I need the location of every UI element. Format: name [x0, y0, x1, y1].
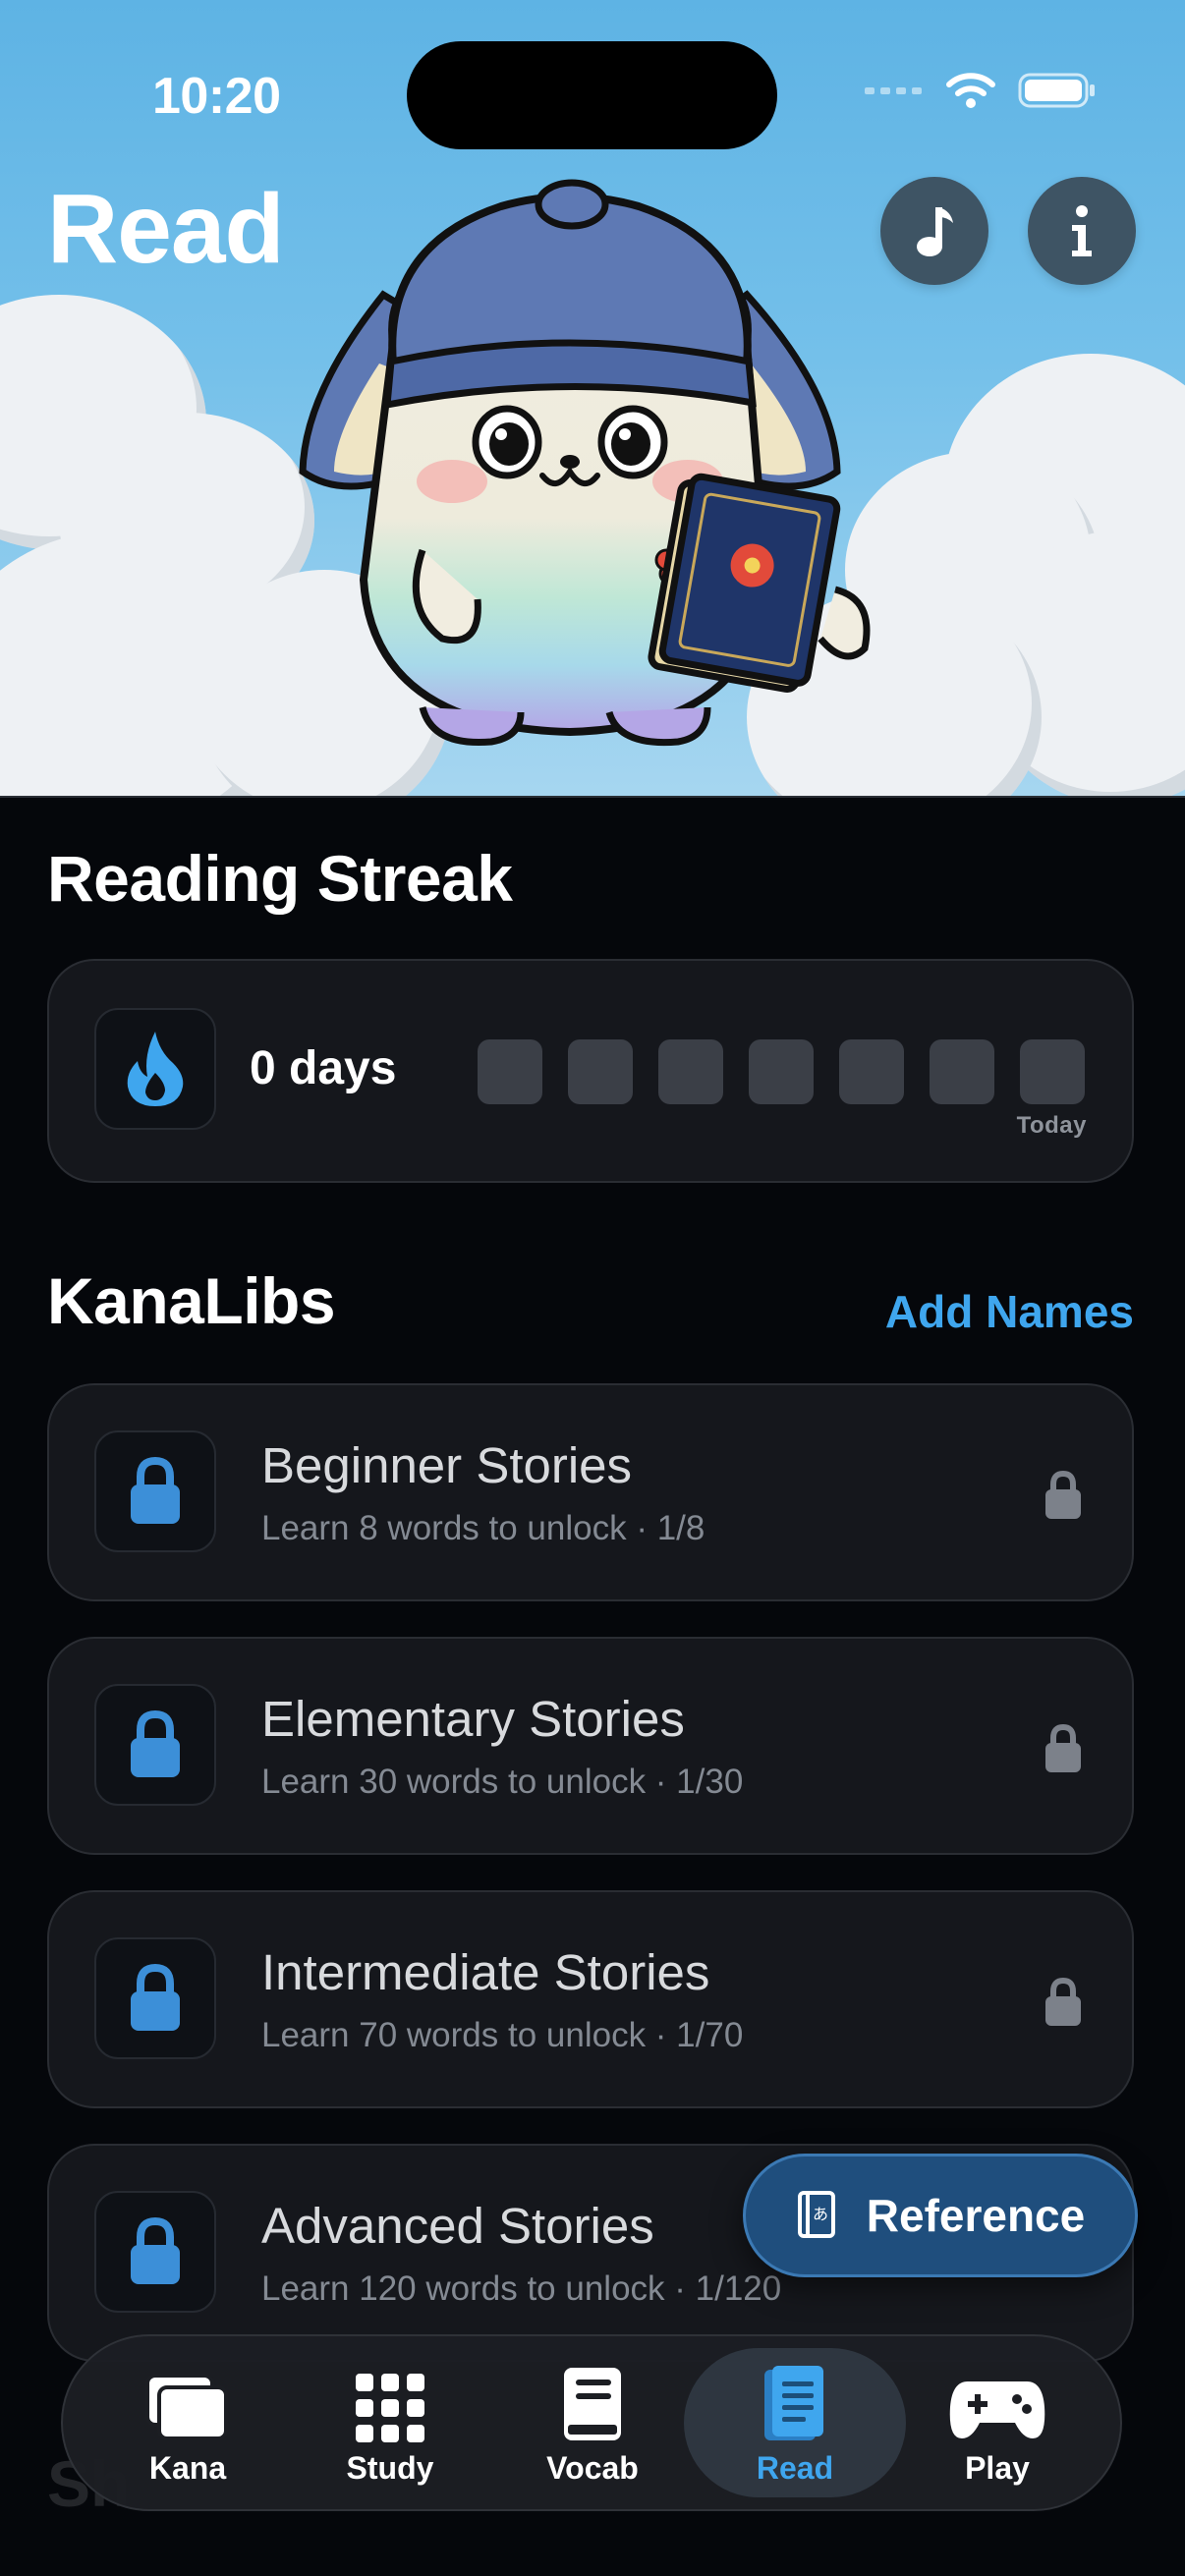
streak-days-label: 0 days	[250, 1042, 397, 1094]
story-lock-tile	[94, 2191, 216, 2313]
streak-section-title: Reading Streak	[47, 842, 513, 915]
streak-icon-tile	[94, 1008, 216, 1130]
tab-kana[interactable]: Kana	[77, 2348, 299, 2497]
reference-label: Reference	[866, 2190, 1086, 2241]
reference-button[interactable]: あ Reference	[743, 2154, 1138, 2277]
tab-label: Kana	[148, 2450, 227, 2486]
streak-day-box-today	[1020, 1039, 1085, 1104]
story-title: Beginner Stories	[261, 1437, 633, 1493]
streak-day-box	[478, 1039, 542, 1104]
story-lock-tile	[94, 1684, 216, 1806]
page-title: Read	[47, 174, 285, 284]
svg-text:あ: あ	[813, 2205, 828, 2223]
streak-day-box	[839, 1039, 904, 1104]
today-label: Today	[1016, 1112, 1087, 1139]
lock-status-icon	[1045, 1470, 1081, 1519]
lock-icon	[131, 1457, 180, 1524]
hero-banner: 10:20 Read	[0, 0, 1185, 798]
cards-icon	[145, 2374, 228, 2440]
kanalibs-section-title: KanaLibs	[47, 1264, 336, 1337]
tab-label: Study	[346, 2450, 434, 2486]
kana-book-icon: あ	[797, 2191, 835, 2238]
streak-day-box	[658, 1039, 723, 1104]
story-card-beginner[interactable]: Beginner Stories Learn 8 words to unlock…	[47, 1383, 1134, 1601]
tab-read[interactable]: Read	[684, 2348, 906, 2497]
story-subtitle: Learn 8 words to unlock · 1/8	[261, 1509, 705, 1547]
lock-icon	[131, 2217, 180, 2284]
status-icons	[865, 71, 1097, 110]
tab-bar: Kana Study Vocab Read Play	[61, 2334, 1122, 2511]
dynamic-island	[407, 41, 777, 149]
info-button[interactable]	[1028, 177, 1136, 285]
status-time: 10:20	[152, 68, 281, 125]
signal-icon	[865, 87, 922, 94]
streak-day-box	[930, 1039, 994, 1104]
battery-icon	[1018, 73, 1095, 108]
add-names-button[interactable]: Add Names	[885, 1285, 1134, 1338]
lock-status-icon	[1045, 1977, 1081, 2026]
tab-label: Vocab	[546, 2450, 639, 2486]
wifi-icon	[946, 73, 995, 108]
tab-study[interactable]: Study	[279, 2348, 501, 2497]
lock-icon	[131, 1710, 180, 1777]
grid-icon	[356, 2374, 424, 2442]
lock-status-icon	[1045, 1723, 1081, 1772]
story-card-intermediate[interactable]: Intermediate Stories Learn 70 words to u…	[47, 1890, 1134, 2108]
story-title: Advanced Stories	[261, 2198, 654, 2254]
gamepad-icon	[949, 2381, 1045, 2438]
info-icon	[1072, 205, 1092, 256]
mascot-illustration	[299, 179, 871, 747]
story-subtitle: Learn 120 words to unlock · 1/120	[261, 2269, 782, 2308]
tab-vocab[interactable]: Vocab	[481, 2348, 704, 2497]
lock-icon	[131, 1964, 180, 2031]
book-icon	[564, 2368, 621, 2440]
story-lock-tile	[94, 1937, 216, 2059]
tab-play[interactable]: Play	[886, 2348, 1108, 2497]
story-title: Elementary Stories	[261, 1691, 685, 1747]
tab-label: Read	[756, 2450, 834, 2486]
streak-card: 0 days Today	[47, 959, 1134, 1183]
streak-day-box	[749, 1039, 814, 1104]
story-title: Intermediate Stories	[261, 1944, 710, 2000]
flame-icon	[127, 1032, 184, 1106]
streak-day-box	[568, 1039, 633, 1104]
story-lock-tile	[94, 1430, 216, 1552]
story-subtitle: Learn 30 words to unlock · 1/30	[261, 1763, 744, 1801]
story-card-elementary[interactable]: Elementary Stories Learn 30 words to unl…	[47, 1637, 1134, 1855]
tab-label: Play	[965, 2450, 1030, 2486]
story-subtitle: Learn 70 words to unlock · 1/70	[261, 2016, 744, 2054]
reading-book-icon	[764, 2366, 823, 2440]
music-note-icon	[917, 207, 953, 256]
